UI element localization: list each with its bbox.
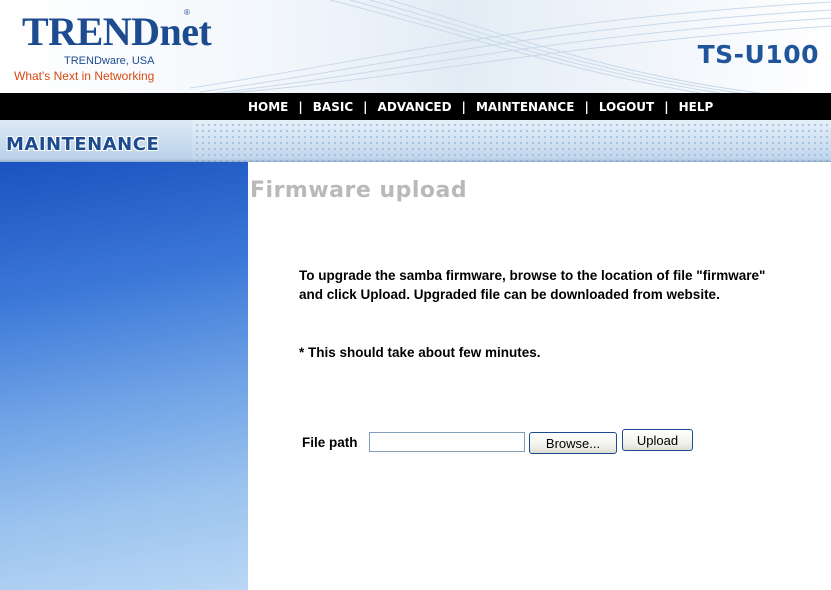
nav-logout[interactable]: LOGOUT xyxy=(599,100,654,114)
sidebar-panel xyxy=(0,162,248,590)
browse-button[interactable]: Browse... xyxy=(529,432,617,454)
duration-note: * This should take about few minutes. xyxy=(299,345,541,360)
top-nav-bar: HOME | BASIC | ADVANCED | MAINTENANCE | … xyxy=(0,93,831,120)
upload-button[interactable]: Upload xyxy=(622,429,693,451)
logo-subtitle: TRENDware, USA xyxy=(64,55,155,67)
upgrade-instructions: To upgrade the samba firmware, browse to… xyxy=(299,268,766,302)
nav-separator: | xyxy=(298,99,303,114)
file-path-label: File path xyxy=(302,435,358,450)
top-nav: HOME | BASIC | ADVANCED | MAINTENANCE | … xyxy=(248,93,713,120)
nav-separator: | xyxy=(461,99,466,114)
logo-registered-mark: ® xyxy=(184,8,190,17)
nav-home[interactable]: HOME xyxy=(248,100,288,114)
nav-advanced[interactable]: ADVANCED xyxy=(378,100,452,114)
logo-tagline: What's Next in Networking xyxy=(14,69,155,83)
nav-basic[interactable]: BASIC xyxy=(313,100,353,114)
section-bar: MAINTENANCE xyxy=(0,120,831,162)
trendnet-logo[interactable]: TRENDnet ® TRENDware, USA What's Next in… xyxy=(14,6,212,88)
model-name: TS-U100 xyxy=(697,40,819,69)
nav-separator: | xyxy=(664,99,669,114)
nav-separator: | xyxy=(363,99,368,114)
file-path-input[interactable] xyxy=(369,432,525,452)
header-banner: TRENDnet ® TRENDware, USA What's Next in… xyxy=(0,0,831,93)
page-title: Firmware upload xyxy=(250,178,468,203)
nav-help[interactable]: HELP xyxy=(679,100,714,114)
nav-separator: | xyxy=(584,99,589,114)
section-title: MAINTENANCE xyxy=(6,134,160,155)
nav-maintenance[interactable]: MAINTENANCE xyxy=(476,100,575,114)
logo-brand-text: TRENDnet xyxy=(22,9,212,54)
